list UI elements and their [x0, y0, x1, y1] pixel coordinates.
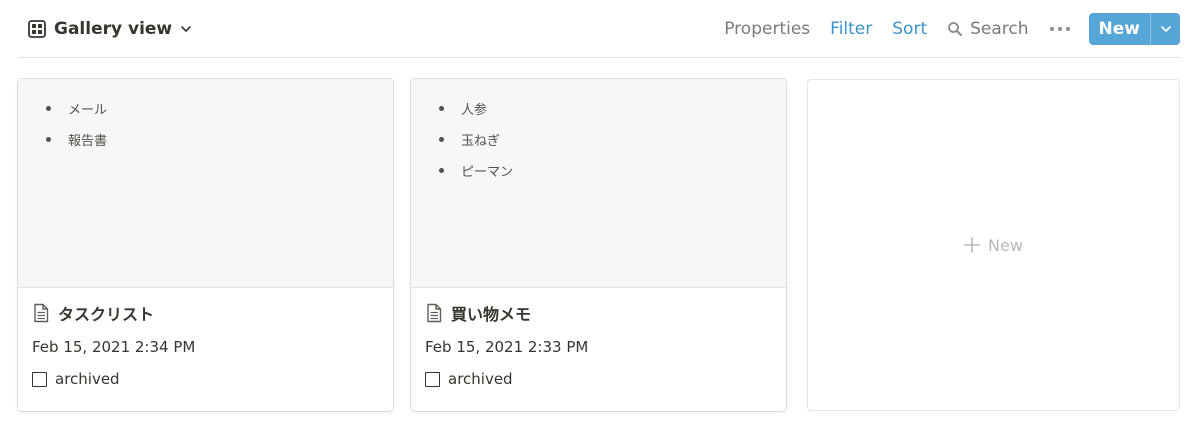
card-body: タスクリスト Feb 15, 2021 2:34 PM archived — [18, 288, 393, 389]
card-title: 買い物メモ — [451, 305, 532, 324]
card-archived-property: archived — [32, 369, 379, 389]
bullet-icon — [439, 137, 444, 142]
card-preview: 人参 玉ねぎ ピーマン — [411, 79, 786, 288]
archived-checkbox[interactable] — [425, 371, 440, 387]
card-title: タスクリスト — [58, 305, 155, 324]
card-preview: メール 報告書 — [18, 79, 393, 288]
chevron-down-icon — [1160, 25, 1171, 32]
view-switcher[interactable]: Gallery view — [18, 19, 192, 39]
toolbar-actions: Properties Filter Sort Search New — [714, 0, 1180, 57]
database-toolbar: Gallery view Properties Filter Sort Sear… — [18, 0, 1180, 58]
preview-list-item: ピーマン — [411, 155, 786, 186]
gallery-grid-icon — [28, 19, 46, 38]
card-title-row: 買い物メモ — [425, 302, 772, 324]
more-dots-icon[interactable] — [1049, 25, 1071, 33]
view-title: Gallery view — [54, 18, 173, 39]
bullet-icon — [46, 106, 51, 111]
preview-list-item: 人参 — [411, 93, 786, 124]
new-card-label: New — [988, 235, 1023, 255]
chevron-down-icon — [180, 23, 192, 35]
new-button[interactable]: New — [1089, 13, 1150, 45]
properties-button[interactable]: Properties — [714, 13, 820, 45]
plus-icon — [964, 237, 980, 253]
search-button[interactable]: Search — [937, 13, 1038, 45]
search-label: Search — [970, 18, 1029, 39]
new-card-button[interactable]: New — [807, 79, 1180, 411]
archived-label: archived — [448, 370, 513, 388]
page-icon — [425, 303, 443, 323]
gallery-card[interactable]: メール 報告書 タスクリスト Feb 15, 2021 2:34 PM arch… — [18, 79, 393, 411]
filter-button[interactable]: Filter — [820, 13, 882, 45]
preview-list-item: 報告書 — [18, 124, 393, 155]
bullet-icon — [46, 137, 51, 142]
bullet-icon — [439, 106, 444, 111]
gallery-card[interactable]: 人参 玉ねぎ ピーマン 買い物メモ Feb 15, 2021 2:33 PM a… — [411, 79, 786, 411]
preview-list-item: メール — [18, 93, 393, 124]
new-button-group: New — [1088, 12, 1180, 45]
page-icon — [32, 303, 50, 323]
card-date: Feb 15, 2021 2:34 PM — [32, 338, 196, 356]
card-title-row: タスクリスト — [32, 302, 379, 324]
search-icon — [947, 21, 963, 37]
card-archived-property: archived — [425, 369, 772, 389]
archived-checkbox[interactable] — [32, 371, 47, 387]
sort-button[interactable]: Sort — [882, 13, 937, 45]
bullet-icon — [439, 168, 444, 173]
card-body: 買い物メモ Feb 15, 2021 2:33 PM archived — [411, 288, 786, 389]
preview-list-item: 玉ねぎ — [411, 124, 786, 155]
new-dropdown-button[interactable] — [1150, 12, 1180, 45]
card-date: Feb 15, 2021 2:33 PM — [425, 338, 589, 356]
archived-label: archived — [55, 370, 120, 388]
